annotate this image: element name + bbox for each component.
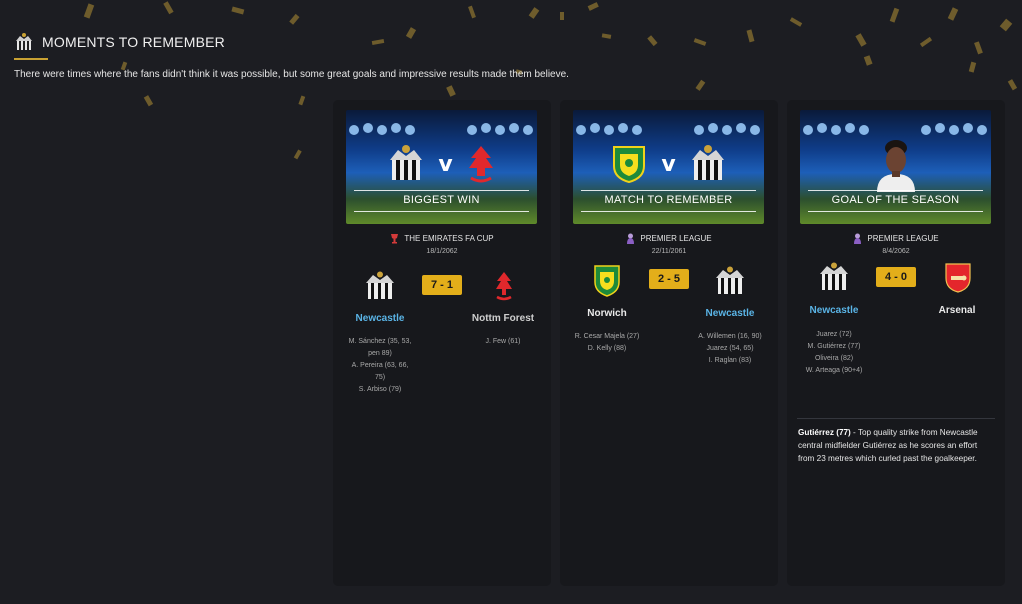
competition: PREMIER LEAGUE	[787, 233, 1005, 244]
scorer-line: pen 89)	[368, 350, 392, 357]
nottm-forest-crest-icon	[468, 146, 493, 183]
title-underline	[14, 58, 48, 60]
newcastle-crest-icon	[390, 145, 423, 180]
scorer-line: A. Willemen (16, 90)	[698, 333, 762, 340]
versus-label: v	[661, 151, 676, 177]
away-team-name[interactable]: Newcastle	[685, 308, 775, 319]
match-banner: v MATCH TO REMEMBER	[573, 110, 764, 224]
norwich-crest-icon	[613, 146, 646, 184]
goal-banner: GOAL OF THE SEASON	[800, 110, 991, 224]
home-scorers: Juarez (72) M. Gutiérrez (77) Oliveira (…	[789, 329, 879, 377]
competition-name: THE EMIRATES FA CUP	[404, 234, 494, 243]
away-scorers: J. Few (61)	[458, 336, 548, 348]
newcastle-crest-icon	[16, 33, 32, 50]
newcastle-crest-icon	[716, 266, 744, 294]
premier-league-icon	[854, 233, 862, 244]
nottm-forest-crest-icon	[496, 272, 512, 301]
banner-label: GOAL OF THE SEASON	[831, 194, 960, 206]
match-date: 22/11/2061	[651, 248, 687, 255]
scorer-line: I. Raglan (83)	[708, 357, 752, 364]
norwich-crest-icon	[594, 265, 620, 297]
home-scorers: M. Sánchez (35, 53, pen 89) A. Pereira (…	[335, 336, 425, 396]
home-scorers: R. Cesar Majela (27) D. Kelly (88)	[562, 331, 652, 355]
versus-label: v	[438, 151, 453, 177]
scorer-line: A. Pereira (63, 66,	[351, 362, 409, 369]
away-team-name[interactable]: Arsenal	[912, 305, 1002, 316]
scorer-line: J. Few (61)	[485, 338, 521, 345]
newcastle-crest-icon	[691, 145, 724, 180]
premier-league-icon	[627, 233, 635, 244]
moment-card-match-to-remember[interactable]: v MATCH TO REMEMBER PREMIER LEAGUE 22/11…	[560, 100, 778, 586]
competition: THE EMIRATES FA CUP	[333, 233, 551, 244]
scorer-line: S. Arbiso (79)	[358, 386, 402, 393]
moment-card-goal-of-the-season[interactable]: GOAL OF THE SEASON PREMIER LEAGUE 8/4/20…	[787, 100, 1005, 586]
scorer-line: Juarez (72)	[816, 331, 852, 338]
competition-name: PREMIER LEAGUE	[867, 234, 939, 243]
scorer-line: Juarez (54, 65)	[706, 345, 754, 352]
home-team-name[interactable]: Norwich	[562, 308, 652, 319]
match-date: 8/4/2062	[882, 248, 910, 255]
scorer-line: M. Sánchez (35, 53,	[348, 338, 412, 345]
home-team-name[interactable]: Newcastle	[335, 313, 425, 324]
competition-name: PREMIER LEAGUE	[640, 234, 712, 243]
away-team-name[interactable]: Nottm Forest	[458, 313, 548, 324]
scorer-line: W. Arteaga (90+4)	[805, 367, 863, 374]
arsenal-crest-icon	[945, 263, 971, 293]
page-subtitle: There were times where the fans didn't t…	[14, 69, 569, 80]
banner-label: BIGGEST WIN	[403, 194, 480, 206]
competition: PREMIER LEAGUE	[560, 233, 778, 244]
scorer-line: M. Gutiérrez (77)	[807, 343, 861, 350]
moment-card-biggest-win[interactable]: v BIGGEST WIN THE EMIRATES FA CUP 18/1/2…	[333, 100, 551, 586]
page-header: MOMENTS TO REMEMBER	[14, 32, 225, 60]
match-score: 7 - 1	[422, 275, 462, 295]
page-title: MOMENTS TO REMEMBER	[42, 34, 225, 50]
match-score: 2 - 5	[649, 269, 689, 289]
banner-label: MATCH TO REMEMBER	[604, 194, 733, 206]
match-banner: v BIGGEST WIN	[346, 110, 537, 224]
scorer-line: R. Cesar Majela (27)	[574, 333, 640, 340]
home-team-name[interactable]: Newcastle	[789, 305, 879, 316]
scorer-line: 75)	[374, 374, 386, 381]
match-score: 4 - 0	[876, 267, 916, 287]
newcastle-crest-icon	[366, 271, 394, 299]
fa-cup-icon	[391, 234, 399, 244]
newcastle-crest-icon	[820, 262, 848, 290]
scorer-line: D. Kelly (88)	[587, 345, 627, 352]
goal-description: Gutiérrez (77) - Top quality strike from…	[798, 426, 994, 465]
player-photo	[877, 140, 915, 192]
scorer-line: Oliveira (82)	[814, 355, 854, 362]
match-date: 18/1/2062	[426, 248, 458, 255]
away-scorers: A. Willemen (16, 90) Juarez (54, 65) I. …	[685, 331, 775, 367]
section-divider	[797, 418, 995, 419]
goal-scorer: Gutiérrez (77)	[798, 428, 851, 437]
